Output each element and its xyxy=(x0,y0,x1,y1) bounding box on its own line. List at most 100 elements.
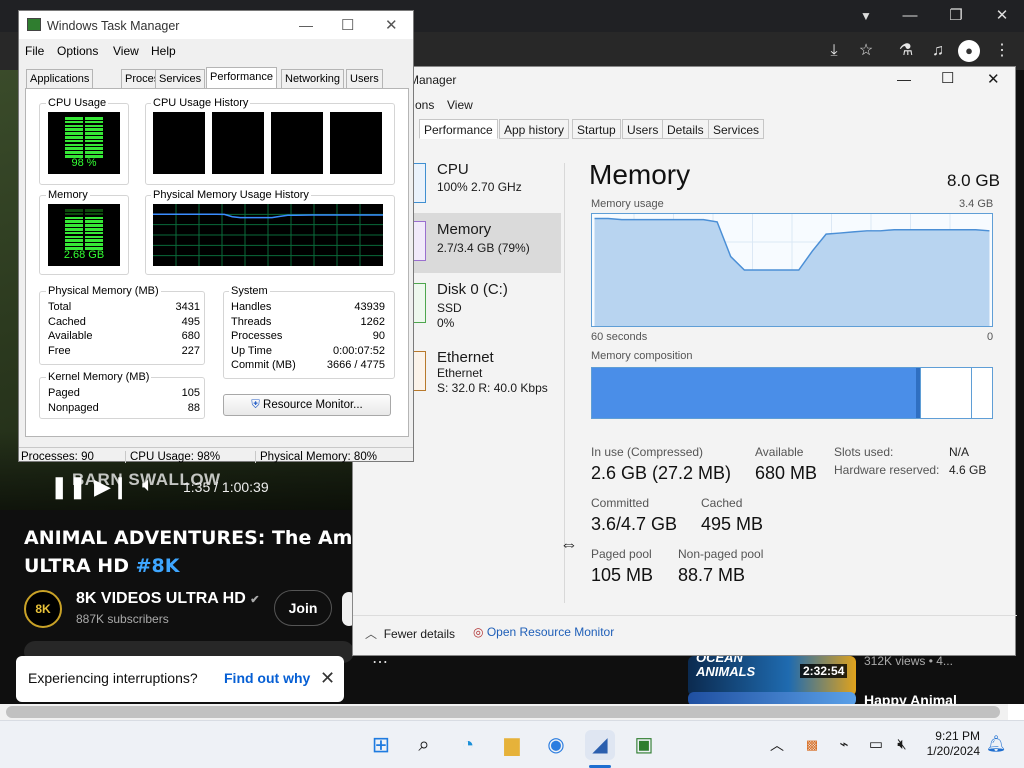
classic-menu-options[interactable]: Options xyxy=(57,44,98,58)
display-icon[interactable]: ▭ xyxy=(864,730,888,760)
resource-monitor-label: Resource Monitor... xyxy=(263,399,363,411)
memory-title: Memory xyxy=(46,189,90,201)
browser-close-button[interactable]: ✕ xyxy=(988,4,1016,28)
browser-minimize-button[interactable]: — xyxy=(896,4,924,28)
volume-muted-icon[interactable]: 🔇︎ xyxy=(890,730,914,760)
menu-icon[interactable]: ⋮ xyxy=(990,40,1014,62)
classic-tab-performance[interactable]: Performance xyxy=(206,67,277,89)
tab-services[interactable]: Services xyxy=(708,119,765,139)
kernel-memory-value: 105 xyxy=(181,387,200,399)
fewer-details-button[interactable]: ︿ Fewer details xyxy=(365,625,455,642)
axis-left-label: 60 seconds xyxy=(591,331,648,343)
menu-options[interactable]: ons xyxy=(415,98,434,112)
pm-history-title: Physical Memory Usage History xyxy=(151,189,311,201)
system-value: 0:00:07:52 xyxy=(333,344,385,357)
star-icon[interactable]: ☆ xyxy=(854,40,878,62)
labs-icon[interactable]: ⚗ xyxy=(894,40,918,62)
notification-bell-icon[interactable]: 🔔︎ xyxy=(984,730,1008,760)
rec-thumbnail-text-b: ANIMALS xyxy=(696,664,756,679)
minimize-button[interactable]: — xyxy=(897,71,911,87)
tab-startup[interactable]: Startup xyxy=(572,119,621,139)
cpu-usage-title: CPU Usage xyxy=(46,97,109,109)
system-value: 1262 xyxy=(360,315,385,328)
page-title: Memory xyxy=(589,159,691,190)
classic-close-button[interactable]: ✕ xyxy=(385,16,398,34)
classic-tab-users[interactable]: Users xyxy=(346,69,383,88)
pause-button[interactable]: ❚❚ xyxy=(50,474,87,500)
file-explorer-icon[interactable]: ▆ xyxy=(497,730,527,760)
sidebar-sub2: 0% xyxy=(437,316,455,330)
maximize-button[interactable]: ☐ xyxy=(941,69,954,87)
classic-menu-view[interactable]: View xyxy=(113,44,139,58)
horizontal-scrollbar[interactable] xyxy=(6,706,1000,718)
video-title-line2: ULTRA HD #8K xyxy=(24,552,354,580)
status-processes: Processes: 90 xyxy=(21,451,94,463)
cached-label: Cached xyxy=(701,496,743,510)
physical-memory-value: 227 xyxy=(181,344,200,357)
footer-divider xyxy=(353,615,1017,616)
meter-cell xyxy=(85,239,103,242)
clock[interactable]: 9:21 PM 1/20/2024 xyxy=(918,729,980,759)
close-button[interactable]: ✕ xyxy=(987,70,1000,88)
classic-tab-applications[interactable]: Applications xyxy=(26,69,94,88)
meter-cell xyxy=(65,136,83,139)
resize-cursor-icon: ⇔ xyxy=(560,534,578,554)
edge-icon[interactable]: ◔ xyxy=(453,730,483,760)
search-icon[interactable]: ⌕ xyxy=(409,730,439,760)
subscriber-count: 887K subscribers xyxy=(76,612,169,626)
axis-right-label: 0 xyxy=(987,331,994,343)
tab-app-history[interactable]: App history xyxy=(499,119,570,139)
toast-message: Experiencing interruptions? xyxy=(28,670,198,686)
menu-view[interactable]: View xyxy=(447,98,473,112)
tab-performance[interactable]: Performance xyxy=(419,119,498,139)
task-manager-icon[interactable]: ◢ xyxy=(585,730,615,760)
chrome-icon[interactable]: ◉ xyxy=(541,730,571,760)
committed-value: 3.6/4.7 GB xyxy=(591,514,678,534)
classic-menu-help[interactable]: Help xyxy=(151,44,176,58)
tab-search-button[interactable]: ▼ xyxy=(852,4,880,28)
tab-details[interactable]: Details xyxy=(662,119,709,139)
channel-avatar[interactable]: 8K xyxy=(24,590,62,628)
resource-monitor-button[interactable]: ⛨ Resource Monitor... xyxy=(223,394,391,416)
available-value: 680 MB xyxy=(755,463,818,483)
task-manager-classic-icon[interactable]: ▣ xyxy=(629,730,659,760)
browser-restore-button[interactable]: ❐ xyxy=(942,4,970,28)
classic-tab-networking[interactable]: Networking xyxy=(281,69,345,88)
pause-icon: ❚❚ xyxy=(50,474,87,499)
chevron-up-icon[interactable]: ︿ xyxy=(766,730,788,760)
media-icon[interactable]: ♫ xyxy=(926,40,950,62)
next-button[interactable]: ▶❙ xyxy=(94,474,129,500)
tray-app-icon[interactable]: ▩ xyxy=(800,730,824,760)
nonpaged-pool-label: Non-paged pool xyxy=(678,547,764,561)
memory-usage-graph xyxy=(591,213,993,327)
hashtag-link[interactable]: #8K xyxy=(136,555,180,577)
classic-tab-services[interactable]: Services xyxy=(155,69,206,88)
open-resource-monitor-link[interactable]: ◎ Open Resource Monitor xyxy=(473,625,614,639)
tab-users[interactable]: Users xyxy=(622,119,664,139)
volume-button[interactable]: 🔈︎ xyxy=(142,474,154,497)
download-icon[interactable]: ⤓ xyxy=(822,40,846,62)
windows-start-icon[interactable]: ⊞ xyxy=(366,730,396,760)
classic-task-manager-window: Windows Task Manager — ☐ ✕ File Options … xyxy=(18,10,414,463)
profile-icon[interactable]: ● xyxy=(958,40,980,62)
classic-minimize-button[interactable]: — xyxy=(299,17,313,33)
classic-window-title: Windows Task Manager xyxy=(47,19,180,33)
toast-close-button[interactable]: ✕ xyxy=(320,668,335,689)
find-out-why-link[interactable]: Find out why xyxy=(224,670,310,686)
channel-name[interactable]: 8K VIDEOS ULTRA HD ✔ xyxy=(76,590,259,608)
clock-date: 1/20/2024 xyxy=(926,744,980,758)
classic-maximize-button[interactable]: ☐ xyxy=(341,16,354,34)
video-title-text: ULTRA HD xyxy=(24,555,129,577)
video-title: ANIMAL ADVENTURES: The Amazing ULTRA HD … xyxy=(24,524,354,580)
rec-duration-badge: 2:32:54 xyxy=(800,664,848,678)
status-divider xyxy=(19,447,413,448)
physical-memory-title: Physical Memory (MB) xyxy=(46,285,161,297)
classic-menu-file[interactable]: File xyxy=(25,44,44,58)
meter-cell xyxy=(65,117,83,120)
window-title: Manager xyxy=(409,73,457,87)
network-icon[interactable]: ⌁ xyxy=(832,730,856,760)
meter-cell xyxy=(85,120,103,124)
join-button[interactable]: Join xyxy=(274,590,332,626)
meter-cell xyxy=(65,139,83,143)
meter-cell xyxy=(85,147,103,150)
